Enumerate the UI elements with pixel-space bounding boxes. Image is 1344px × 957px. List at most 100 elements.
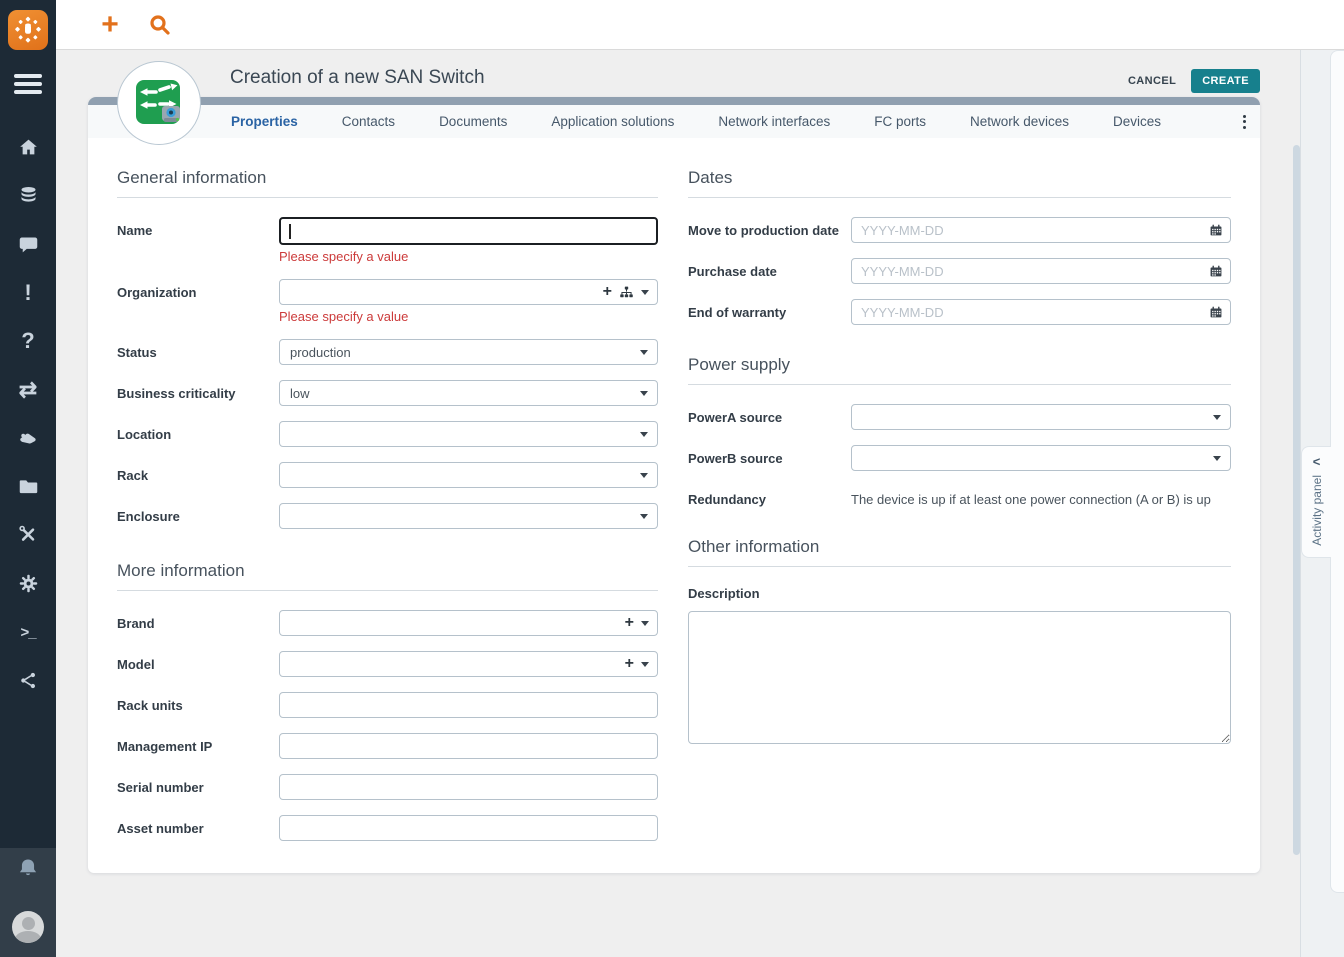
field-brand: Brand + (117, 610, 658, 636)
field-label: Brand (117, 610, 279, 636)
sidebar-item-tools[interactable] (0, 511, 56, 560)
chevron-down-icon (640, 473, 648, 478)
chevron-down-icon (1213, 415, 1221, 420)
selected-value: production (290, 345, 351, 360)
management-ip-input[interactable] (279, 733, 658, 759)
field-label: PowerB source (688, 445, 851, 471)
calendar-icon[interactable] (1209, 223, 1223, 242)
add-icon[interactable]: + (625, 615, 634, 631)
field-label: Description (688, 586, 1231, 601)
vertical-scrollbar[interactable] (1293, 145, 1300, 855)
hand-icon (17, 427, 39, 449)
section-power-supply: Power supply PowerA source PowerB source (688, 355, 1231, 507)
field-label: Model (117, 651, 279, 677)
move-to-production-date-input[interactable] (851, 217, 1231, 243)
sidebar-nav: ! ? ⇄ (0, 123, 56, 705)
enclosure-select[interactable] (279, 503, 658, 529)
location-select[interactable] (279, 421, 658, 447)
notifications-button[interactable] (0, 856, 56, 882)
create-button[interactable]: CREATE (1191, 69, 1260, 93)
chevron-down-icon (640, 350, 648, 355)
chevron-down-icon[interactable] (641, 290, 649, 295)
field-label: Rack (117, 462, 279, 488)
sidebar-item-help[interactable]: ? (0, 317, 56, 366)
global-search-button[interactable] (140, 0, 180, 50)
field-enclosure: Enclosure (117, 503, 658, 529)
sidebar-item-home[interactable] (0, 123, 56, 172)
field-rack: Rack (117, 462, 658, 488)
tab-devices[interactable]: Devices (1113, 114, 1161, 129)
brand-select[interactable]: + (279, 610, 658, 636)
field-status: Status production (117, 339, 658, 365)
search-icon (148, 13, 172, 37)
tab-network-devices[interactable]: Network devices (970, 114, 1069, 129)
rack-select[interactable] (279, 462, 658, 488)
sidebar-item-services[interactable] (0, 414, 56, 463)
hierarchy-icon[interactable] (619, 285, 634, 300)
sidebar-footer (0, 848, 56, 957)
section-heading: Power supply (688, 355, 1231, 385)
organization-select[interactable]: + (279, 279, 658, 305)
new-object-button[interactable]: + (90, 0, 130, 50)
sidebar: ! ? ⇄ (0, 0, 56, 957)
chevron-down-icon (640, 391, 648, 396)
sidebar-item-alerts[interactable]: ! (0, 269, 56, 318)
add-icon[interactable]: + (603, 284, 612, 300)
business-criticality-select[interactable]: low (279, 380, 658, 406)
calendar-icon[interactable] (1209, 305, 1223, 324)
sidebar-item-transfers[interactable]: ⇄ (0, 366, 56, 415)
rack-units-input[interactable] (279, 692, 658, 718)
field-name: Name Please specify a value (117, 217, 658, 264)
database-icon (18, 185, 39, 206)
chevron-down-icon[interactable] (641, 621, 649, 626)
itop-logo[interactable] (8, 10, 48, 50)
serial-number-input[interactable] (279, 774, 658, 800)
end-of-warranty-input[interactable] (851, 299, 1231, 325)
share-nodes-icon (19, 671, 38, 690)
chat-bubble-icon (18, 234, 39, 255)
section-other-information: Other information Description (688, 537, 1231, 749)
cancel-button[interactable]: CANCEL (1128, 75, 1176, 87)
asset-number-input[interactable] (279, 815, 658, 841)
description-textarea[interactable] (688, 611, 1231, 744)
activity-panel-rail (1330, 50, 1344, 893)
avatar-body (15, 931, 41, 943)
sidebar-item-settings[interactable] (0, 560, 56, 609)
tab-documents[interactable]: Documents (439, 114, 507, 129)
tab-contacts[interactable]: Contacts (342, 114, 395, 129)
purchase-date-input[interactable] (851, 258, 1231, 284)
add-icon[interactable]: + (625, 656, 634, 672)
chevron-down-icon[interactable] (641, 662, 649, 667)
field-management-ip: Management IP (117, 733, 658, 759)
name-input[interactable] (279, 217, 658, 245)
field-end-of-warranty: End of warranty (688, 299, 1231, 325)
field-label: Redundancy (688, 486, 851, 507)
status-select[interactable]: production (279, 339, 658, 365)
field-label: Status (117, 339, 279, 365)
power-b-select[interactable] (851, 445, 1231, 471)
power-a-select[interactable] (851, 404, 1231, 430)
calendar-icon[interactable] (1209, 264, 1223, 283)
sidebar-item-discussions[interactable] (0, 220, 56, 269)
exclamation-icon: ! (24, 282, 31, 304)
field-label: Purchase date (688, 258, 851, 284)
sidebar-item-documents[interactable] (0, 463, 56, 512)
field-label: Management IP (117, 733, 279, 759)
activity-panel-toggle[interactable]: < Activity panel (1301, 446, 1331, 558)
tab-application-solutions[interactable]: Application solutions (551, 114, 674, 129)
tab-overflow-menu-icon[interactable] (1243, 105, 1246, 138)
sidebar-item-share[interactable] (0, 657, 56, 706)
menu-toggle-icon[interactable] (14, 74, 42, 98)
sidebar-item-console[interactable]: >_ (0, 608, 56, 657)
chevron-down-icon (640, 432, 648, 437)
tab-fc-ports[interactable]: FC ports (874, 114, 926, 129)
model-select[interactable]: + (279, 651, 658, 677)
redundancy-value: The device is up if at least one power c… (851, 486, 1231, 507)
sidebar-item-data[interactable] (0, 172, 56, 221)
field-purchase-date: Purchase date (688, 258, 1231, 284)
bell-icon (15, 856, 41, 882)
user-avatar[interactable] (12, 911, 44, 943)
tab-network-interfaces[interactable]: Network interfaces (718, 114, 830, 129)
tab-properties[interactable]: Properties (231, 114, 298, 129)
field-label: Asset number (117, 815, 279, 841)
